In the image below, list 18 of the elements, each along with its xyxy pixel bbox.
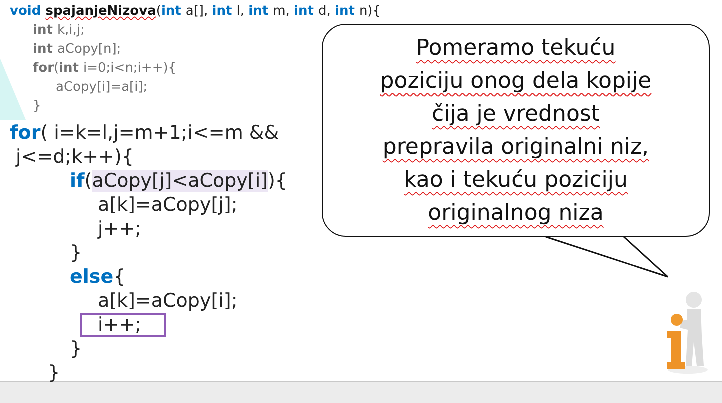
code-line: j++;	[98, 217, 142, 241]
code-line: if(aCopy[j]<aCopy[i]){	[70, 169, 288, 193]
code-line: a[k]=aCopy[i];	[98, 289, 238, 313]
code-line: for( i=k=l,j=m+1;i<=m &&	[10, 121, 280, 145]
code-line: j<=d;k++){	[14, 145, 134, 169]
triangle-decoration	[0, 58, 26, 120]
code-line: }	[70, 337, 82, 361]
code-line: for(int i=0;i<n;i++){	[33, 60, 177, 78]
code-line: }	[33, 98, 42, 116]
code-line: }	[48, 361, 60, 385]
code-line: int k,i,j;	[33, 22, 85, 40]
code-line: }	[70, 241, 82, 265]
code-line: a[k]=aCopy[j];	[98, 193, 238, 217]
code-line: int aCopy[n];	[33, 41, 122, 59]
code-line: void spajanjeNizova(int a[], int l, int m, int d, int n){	[10, 3, 382, 21]
bubble-text: Pomeramo tekuću poziciju onog dela kopije čija je vrednost prepravila originalni niz, kao i tekuću poziciju originalnog niza	[380, 34, 652, 228]
code-line: aCopy[i]=a[i];	[56, 79, 148, 97]
code-line: else{	[70, 265, 126, 289]
